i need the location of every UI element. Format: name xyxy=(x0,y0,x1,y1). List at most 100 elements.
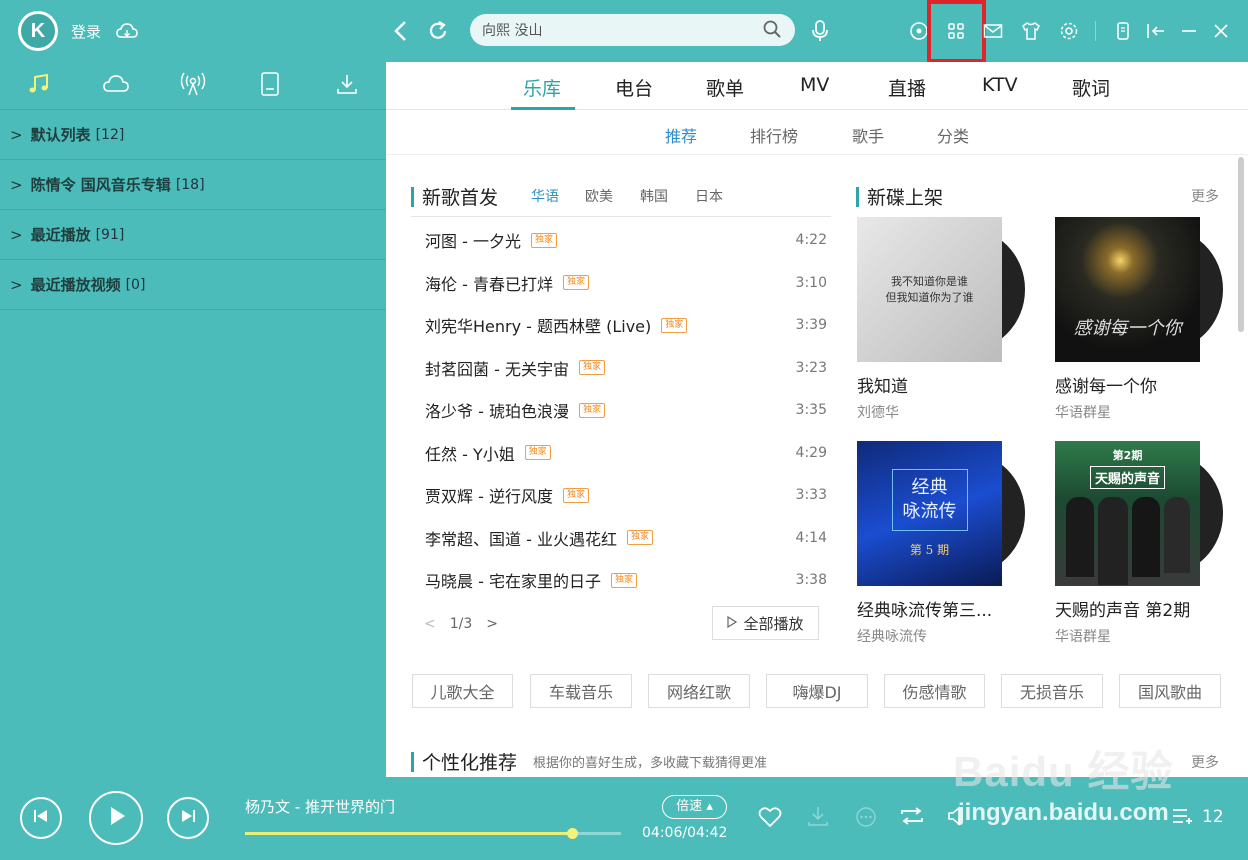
album-card[interactable]: 经典 咏流传 第 5 期 经典咏流传第三... 经典咏流传 xyxy=(857,441,1025,646)
region-chinese[interactable]: 华语 xyxy=(531,186,559,206)
back-arrow-icon[interactable] xyxy=(390,18,410,44)
scrollbar[interactable] xyxy=(1238,157,1244,332)
tab-music[interactable] xyxy=(0,62,77,109)
tag-button[interactable]: 伤感情歌 xyxy=(884,674,985,708)
tab-lyrics[interactable]: 歌词 xyxy=(1072,74,1110,101)
album-artist[interactable]: 刘德华 xyxy=(857,402,1025,422)
song-name[interactable]: 马晓晨 - 宅在家里的日子 xyxy=(425,568,601,592)
tab-radio-station[interactable]: 电台 xyxy=(615,74,653,101)
song-row[interactable]: 马晓晨 - 宅在家里的日子 独家 3:38 xyxy=(425,565,827,595)
speed-button[interactable]: 倍速 ▴ xyxy=(662,795,727,819)
tab-device[interactable] xyxy=(232,62,309,109)
tag-button[interactable]: 嗨爆DJ xyxy=(766,674,868,708)
playlist-item[interactable]: > 最近播放 [91] xyxy=(0,210,386,260)
song-row[interactable]: 李常超、国道 - 业火遇花红 独家 4:14 xyxy=(425,523,827,553)
song-name[interactable]: 贾双辉 - 逆行风度 xyxy=(425,483,553,507)
tab-download[interactable] xyxy=(309,62,386,109)
close-icon[interactable] xyxy=(1210,20,1232,42)
song-row[interactable]: 洛少爷 - 琥珀色浪漫 独家 3:35 xyxy=(425,395,827,425)
search-box[interactable] xyxy=(470,14,795,46)
song-row[interactable]: 任然 - Y小姐 独家 4:29 xyxy=(425,438,827,468)
album-people-art xyxy=(1065,497,1190,585)
app-logo[interactable]: K xyxy=(18,11,58,51)
subtab-artists[interactable]: 歌手 xyxy=(852,123,884,147)
album-title[interactable]: 感谢每一个你 xyxy=(1055,372,1223,397)
playlist-item[interactable]: > 默认列表 [12] xyxy=(0,110,386,160)
minimize-icon[interactable] xyxy=(1178,20,1200,42)
album-card[interactable]: 第2期 天赐的声音 天赐的声音 第2期 华语群星 xyxy=(1055,441,1223,646)
album-title[interactable]: 我知道 xyxy=(857,372,1025,397)
album-artist[interactable]: 华语群星 xyxy=(1055,402,1223,422)
song-row[interactable]: 河图 - 一夕光 独家 4:22 xyxy=(425,225,827,255)
repeat-icon[interactable] xyxy=(898,804,926,828)
heart-icon[interactable] xyxy=(757,805,783,829)
album-cover[interactable]: 我不知道你是谁 但我知道你为了谁 xyxy=(857,217,1025,362)
search-icon[interactable] xyxy=(763,20,781,42)
song-name[interactable]: 李常超、国道 - 业火遇花红 xyxy=(425,526,617,550)
tag-button[interactable]: 无损音乐 xyxy=(1001,674,1103,708)
tab-live[interactable]: 直播 xyxy=(888,74,926,101)
tab-ktv[interactable]: KTV xyxy=(982,74,1018,96)
tab-playlists[interactable]: 歌单 xyxy=(706,74,744,101)
download-icon[interactable] xyxy=(805,803,831,829)
now-playing-title[interactable]: 杨乃文 - 推开世界的门 xyxy=(245,796,395,817)
play-all-button[interactable]: 全部播放 xyxy=(712,606,819,640)
song-name[interactable]: 海伦 - 青春已打烊 xyxy=(425,271,553,295)
tab-mv[interactable]: MV xyxy=(800,74,829,96)
song-row[interactable]: 刘宪华Henry - 题西林壁 (Live) 独家 3:39 xyxy=(425,310,827,340)
tag-button[interactable]: 儿歌大全 xyxy=(412,674,513,708)
tab-radio[interactable] xyxy=(154,62,231,109)
album-title[interactable]: 经典咏流传第三... xyxy=(857,596,1025,621)
cloud-sync-icon[interactable] xyxy=(116,20,138,42)
song-row[interactable]: 贾双辉 - 逆行风度 独家 3:33 xyxy=(425,480,827,510)
playlist-item[interactable]: > 最近播放视频 [0] xyxy=(0,260,386,310)
next-page-icon[interactable]: > xyxy=(486,616,498,632)
tab-cloud[interactable] xyxy=(77,62,154,109)
login-link[interactable]: 登录 xyxy=(71,21,101,42)
region-korean[interactable]: 韩国 xyxy=(640,186,668,206)
albums-more-link[interactable]: 更多 xyxy=(1191,186,1219,206)
subtab-recommend[interactable]: 推荐 xyxy=(665,123,697,147)
progress-bar[interactable] xyxy=(245,832,621,835)
song-row[interactable]: 封茗囧菌 - 无关宇宙 独家 3:23 xyxy=(425,353,827,383)
region-japanese[interactable]: 日本 xyxy=(695,186,723,206)
prev-page-icon[interactable]: < xyxy=(424,616,436,632)
album-cover[interactable]: 第2期 天赐的声音 xyxy=(1055,441,1223,586)
song-name[interactable]: 刘宪华Henry - 题西林壁 (Live) xyxy=(425,313,651,337)
album-artist[interactable]: 华语群星 xyxy=(1055,626,1223,646)
personal-more-link[interactable]: 更多 xyxy=(1191,752,1219,772)
refresh-icon[interactable] xyxy=(426,19,450,43)
mail-icon[interactable] xyxy=(982,20,1004,42)
song-name[interactable]: 河图 - 一夕光 xyxy=(425,228,521,252)
album-card[interactable]: 感谢每一个你 感谢每一个你 华语群星 xyxy=(1055,217,1223,422)
tag-button[interactable]: 国风歌曲 xyxy=(1119,674,1221,708)
next-button[interactable] xyxy=(167,797,209,839)
settings-gear-icon[interactable] xyxy=(1058,20,1080,42)
tag-button[interactable]: 网络红歌 xyxy=(648,674,750,708)
album-cover[interactable]: 感谢每一个你 xyxy=(1055,217,1223,362)
mini-mode-icon[interactable] xyxy=(1113,20,1133,42)
previous-button[interactable] xyxy=(20,797,62,839)
play-button[interactable] xyxy=(89,791,143,845)
tag-button[interactable]: 车载音乐 xyxy=(530,674,632,708)
progress-knob[interactable] xyxy=(567,828,578,839)
album-card[interactable]: 我不知道你是谁 但我知道你为了谁 我知道 刘德华 xyxy=(857,217,1025,422)
collapse-icon[interactable] xyxy=(1145,20,1167,42)
tab-library[interactable]: 乐库 xyxy=(523,74,561,101)
voice-search-icon[interactable] xyxy=(808,18,832,44)
subtab-categories[interactable]: 分类 xyxy=(937,123,969,147)
region-western[interactable]: 欧美 xyxy=(585,186,613,206)
playlist-queue-icon[interactable] xyxy=(1170,804,1196,828)
skin-shirt-icon[interactable] xyxy=(1020,20,1042,42)
subtab-charts[interactable]: 排行榜 xyxy=(750,123,798,147)
song-row[interactable]: 海伦 - 青春已打烊 独家 3:10 xyxy=(425,268,827,298)
album-cover[interactable]: 经典 咏流传 第 5 期 xyxy=(857,441,1025,586)
playlist-item[interactable]: > 陈情令 国风音乐专辑 [18] xyxy=(0,160,386,210)
search-input[interactable] xyxy=(470,14,750,46)
album-title[interactable]: 天赐的声音 第2期 xyxy=(1055,596,1223,621)
song-name[interactable]: 封茗囧菌 - 无关宇宙 xyxy=(425,356,569,380)
album-artist[interactable]: 经典咏流传 xyxy=(857,626,1025,646)
song-name[interactable]: 洛少爷 - 琥珀色浪漫 xyxy=(425,398,569,422)
more-options-icon[interactable] xyxy=(853,804,879,830)
song-name[interactable]: 任然 - Y小姐 xyxy=(425,441,515,465)
